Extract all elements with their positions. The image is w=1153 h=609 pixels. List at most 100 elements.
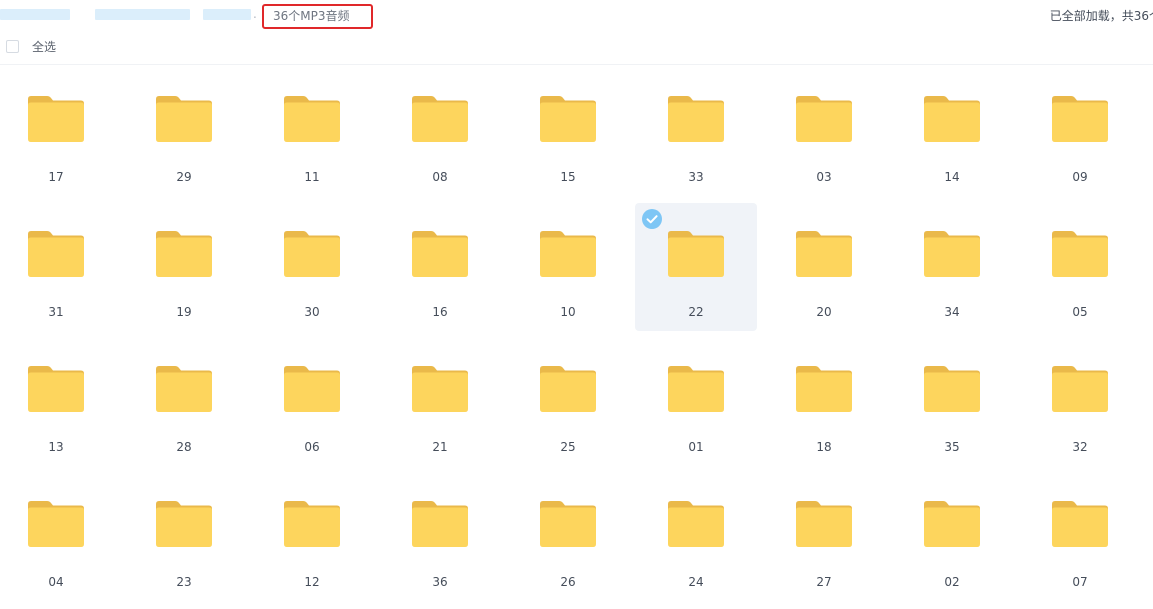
folder-name: 34 [944,305,960,319]
folder-tile[interactable]: 32 [1019,338,1141,466]
folder-icon [668,231,724,277]
folder-icon [924,501,980,547]
folder-name: 14 [944,170,960,184]
folder-name: 31 [48,305,64,319]
folder-icon [156,501,212,547]
folder-name: 10 [560,305,576,319]
folder-icon [28,366,84,412]
folder-tile[interactable]: 27 [763,473,885,601]
folder-icon [284,366,340,412]
folder-name: 24 [688,575,704,589]
folder-icon [1052,366,1108,412]
folder-name: 20 [816,305,832,319]
folder-name: 03 [816,170,832,184]
folder-icon [668,366,724,412]
folder-tile[interactable]: 36 [379,473,501,601]
folder-tile[interactable]: 34 [891,203,1013,331]
selected-check-icon[interactable] [642,209,662,229]
folder-icon [412,96,468,142]
folder-tile[interactable]: 14 [891,68,1013,196]
folder-tile[interactable]: 35 [891,338,1013,466]
folder-name: 18 [816,440,832,454]
folder-name: 19 [176,305,192,319]
folder-icon [28,501,84,547]
folder-icon [540,366,596,412]
folder-icon [1052,501,1108,547]
folder-name: 16 [432,305,448,319]
folder-name: 36 [432,575,448,589]
folder-tile[interactable]: 24 [635,473,757,601]
folder-icon [796,231,852,277]
folder-tile[interactable]: 06 [251,338,373,466]
folder-grid: 17 29 11 08 15 33 03 14 09 31 19 30 16 10 22 20 34 05 13 28… [0,0,1153,609]
folder-tile[interactable]: 09 [1019,68,1141,196]
folder-tile[interactable]: 20 [763,203,885,331]
folder-icon [540,96,596,142]
folder-icon [412,366,468,412]
folder-tile[interactable]: 10 [507,203,629,331]
folder-tile[interactable]: 31 [0,203,117,331]
folder-name: 09 [1072,170,1088,184]
folder-icon [1052,96,1108,142]
folder-name: 01 [688,440,704,454]
folder-name: 21 [432,440,448,454]
folder-tile[interactable]: 17 [0,68,117,196]
folder-icon [156,96,212,142]
folder-name: 33 [688,170,704,184]
folder-tile[interactable]: 23 [123,473,245,601]
folder-tile[interactable]: 08 [379,68,501,196]
folder-tile[interactable]: 33 [635,68,757,196]
folder-icon [412,501,468,547]
folder-icon [924,231,980,277]
folder-tile[interactable]: 11 [251,68,373,196]
folder-tile[interactable]: 18 [763,338,885,466]
folder-name: 11 [304,170,320,184]
folder-name: 07 [1072,575,1088,589]
folder-icon [540,231,596,277]
folder-name: 29 [176,170,192,184]
folder-name: 02 [944,575,960,589]
folder-tile[interactable]: 21 [379,338,501,466]
folder-name: 15 [560,170,576,184]
folder-icon [412,231,468,277]
folder-tile[interactable]: 05 [1019,203,1141,331]
folder-icon [284,501,340,547]
folder-tile[interactable]: 19 [123,203,245,331]
folder-name: 26 [560,575,576,589]
folder-name: 28 [176,440,192,454]
folder-tile[interactable]: 22 [635,203,757,331]
folder-tile[interactable]: 25 [507,338,629,466]
folder-name: 35 [944,440,960,454]
folder-name: 12 [304,575,320,589]
folder-tile[interactable]: 12 [251,473,373,601]
folder-name: 25 [560,440,576,454]
folder-name: 32 [1072,440,1088,454]
folder-icon [284,96,340,142]
folder-icon [28,96,84,142]
folder-name: 30 [304,305,320,319]
folder-icon [924,366,980,412]
folder-tile[interactable]: 03 [763,68,885,196]
folder-icon [156,231,212,277]
folder-tile[interactable]: 16 [379,203,501,331]
folder-tile[interactable]: 04 [0,473,117,601]
folder-icon [924,96,980,142]
folder-name: 17 [48,170,64,184]
folder-icon [28,231,84,277]
folder-tile[interactable]: 07 [1019,473,1141,601]
folder-icon [668,96,724,142]
folder-icon [668,501,724,547]
folder-tile[interactable]: 13 [0,338,117,466]
folder-tile[interactable]: 26 [507,473,629,601]
folder-name: 08 [432,170,448,184]
folder-tile[interactable]: 29 [123,68,245,196]
folder-name: 22 [688,305,704,319]
folder-tile[interactable]: 02 [891,473,1013,601]
folder-tile[interactable]: 30 [251,203,373,331]
folder-icon [284,231,340,277]
folder-tile[interactable]: 15 [507,68,629,196]
folder-tile[interactable]: 28 [123,338,245,466]
folder-tile[interactable]: 01 [635,338,757,466]
folder-name: 05 [1072,305,1088,319]
folder-icon [540,501,596,547]
